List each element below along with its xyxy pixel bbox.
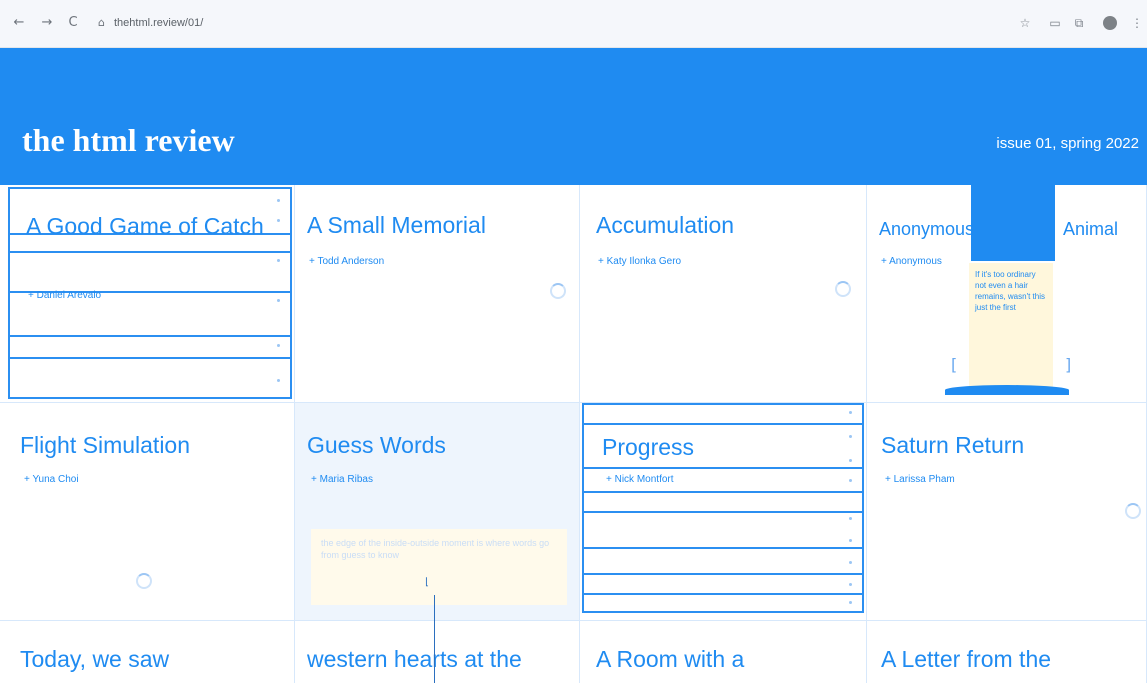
forward-icon[interactable]: →: [38, 14, 56, 32]
extensions-icon[interactable]: ▭: [1046, 14, 1064, 32]
tick: [277, 259, 280, 262]
stripe: [584, 573, 862, 575]
loading-spinner-icon: [1125, 503, 1141, 519]
tick: [849, 583, 852, 586]
reload-icon[interactable]: C: [64, 14, 82, 32]
puzzle-icon[interactable]: ⧉: [1070, 14, 1088, 32]
bracket-right-icon: ]: [1065, 355, 1072, 374]
tick: [849, 601, 852, 604]
loading-spinner-icon: [550, 283, 566, 299]
popover-top: [971, 185, 1055, 261]
card-title: Accumulation: [596, 212, 735, 238]
stripe: [10, 335, 290, 337]
card-author[interactable]: + Nick Montfort: [606, 473, 674, 487]
card-author[interactable]: + Yuna Choi: [24, 473, 79, 487]
bracket-left-icon: [: [951, 355, 958, 374]
card-author[interactable]: + Katy Ilonka Gero: [598, 255, 681, 269]
stripe: [584, 491, 862, 493]
card-a-small-memorial[interactable]: A Small Memorial + Todd Anderson: [295, 185, 580, 403]
site-title[interactable]: the html review: [22, 120, 235, 160]
card-title: western hearts at the: [307, 646, 522, 672]
card-guess-words[interactable]: Guess Words + Maria Ribas the edge of th…: [295, 403, 580, 621]
stripe: [584, 547, 862, 549]
stripe: [584, 593, 862, 595]
loading-spinner-icon: [136, 573, 152, 589]
card-title: Progress: [602, 434, 695, 460]
card-saturn-return[interactable]: Saturn Return + Larissa Pham: [867, 403, 1147, 621]
card-author[interactable]: + Anonymous: [881, 255, 942, 269]
card-flight-simulation[interactable]: Flight Simulation + Yuna Choi: [0, 403, 295, 621]
tick: [277, 199, 280, 202]
card-title: A Good Game of Catch: [26, 213, 264, 239]
card-title: A Small Memorial: [307, 212, 486, 238]
popover-note: If it's too ordinary not even a hair rem…: [969, 263, 1053, 387]
card-title: A Room with a: [596, 646, 745, 672]
tick: [277, 219, 280, 222]
stripe: [10, 251, 290, 253]
card-author[interactable]: + Daniel Arevalo: [28, 289, 101, 303]
card-title: Guess Words: [307, 432, 446, 458]
stripe: [584, 423, 862, 425]
card-title: Flight Simulation: [20, 432, 191, 458]
mouse-cursor-line: [434, 595, 435, 683]
tick: [277, 379, 280, 382]
card-author[interactable]: + Maria Ribas: [311, 473, 373, 487]
bookmark-star-icon[interactable]: ☆: [1016, 14, 1034, 32]
site-header: [0, 48, 1147, 185]
card-a-good-game-of-catch[interactable]: A Good Game of Catch + Daniel Arevalo: [0, 185, 295, 403]
works-grid: A Good Game of Catch + Daniel Arevalo A …: [0, 185, 1147, 683]
card-today-we-saw[interactable]: Today, we saw: [0, 621, 295, 683]
card-progress[interactable]: Progress + Nick Montfort: [580, 403, 867, 621]
tick: [849, 539, 852, 542]
tick: [849, 517, 852, 520]
card-author[interactable]: + Todd Anderson: [309, 255, 384, 269]
card-title: Saturn Return: [881, 432, 1025, 458]
card-western-hearts[interactable]: western hearts at the: [295, 621, 580, 683]
tick: [849, 479, 852, 482]
stripe: [584, 467, 862, 469]
text-cursor-icon: ⌊: [425, 577, 429, 588]
tick: [849, 411, 852, 414]
card-accumulation[interactable]: Accumulation + Katy Ilonka Gero: [580, 185, 867, 403]
url-text: thehtml.review/01/: [114, 17, 204, 29]
card-anonymous-animal[interactable]: Anonymous Animal + Anonymous If it's too…: [867, 185, 1147, 403]
card-title-right: Animal: [1063, 219, 1119, 239]
browser-toolbar: ← → C ⌂ thehtml.review/01/ ☆ ▭ ⧉ ⋮: [0, 0, 1147, 48]
back-icon[interactable]: ←: [10, 14, 28, 32]
card-title: A Letter from the: [881, 646, 1052, 672]
faded-note: the edge of the inside-outside moment is…: [311, 529, 567, 605]
issue-label: issue 01, spring 2022: [996, 135, 1139, 152]
tick: [277, 344, 280, 347]
card-author[interactable]: + Larissa Pham: [885, 473, 955, 487]
address-bar[interactable]: ⌂ thehtml.review/01/: [98, 12, 948, 34]
card-title: Today, we saw: [20, 646, 170, 672]
menu-icon[interactable]: ⋮: [1128, 14, 1146, 32]
card-a-letter-from-the[interactable]: A Letter from the: [867, 621, 1147, 683]
stripe: [584, 511, 862, 513]
site-info-icon[interactable]: ⌂: [98, 12, 108, 34]
tick: [849, 561, 852, 564]
tick: [277, 299, 280, 302]
popover-base: [945, 385, 1069, 395]
profile-avatar[interactable]: [1103, 16, 1117, 30]
stripe: [10, 357, 290, 359]
loading-spinner-icon: [835, 281, 851, 297]
card-a-room-with-a[interactable]: A Room with a: [580, 621, 867, 683]
